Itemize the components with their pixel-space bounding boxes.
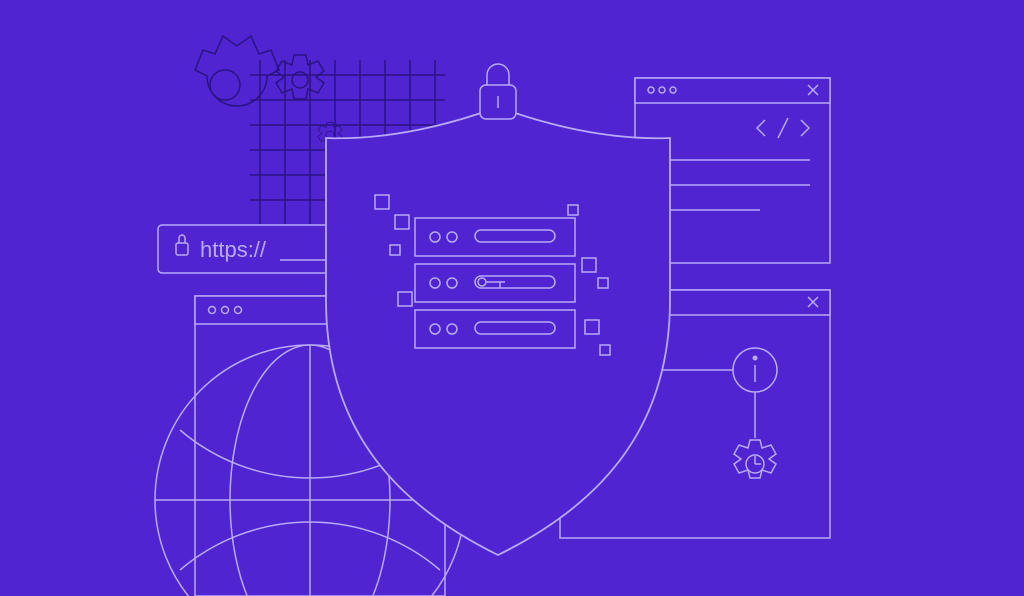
url-prefix-text: https:// (200, 237, 267, 262)
lock-icon (480, 64, 516, 119)
gear-icon (195, 36, 279, 106)
security-illustration: https:// (0, 0, 1024, 596)
gear-icon (276, 55, 324, 99)
server-rack (415, 218, 575, 348)
lock-icon (176, 243, 188, 255)
